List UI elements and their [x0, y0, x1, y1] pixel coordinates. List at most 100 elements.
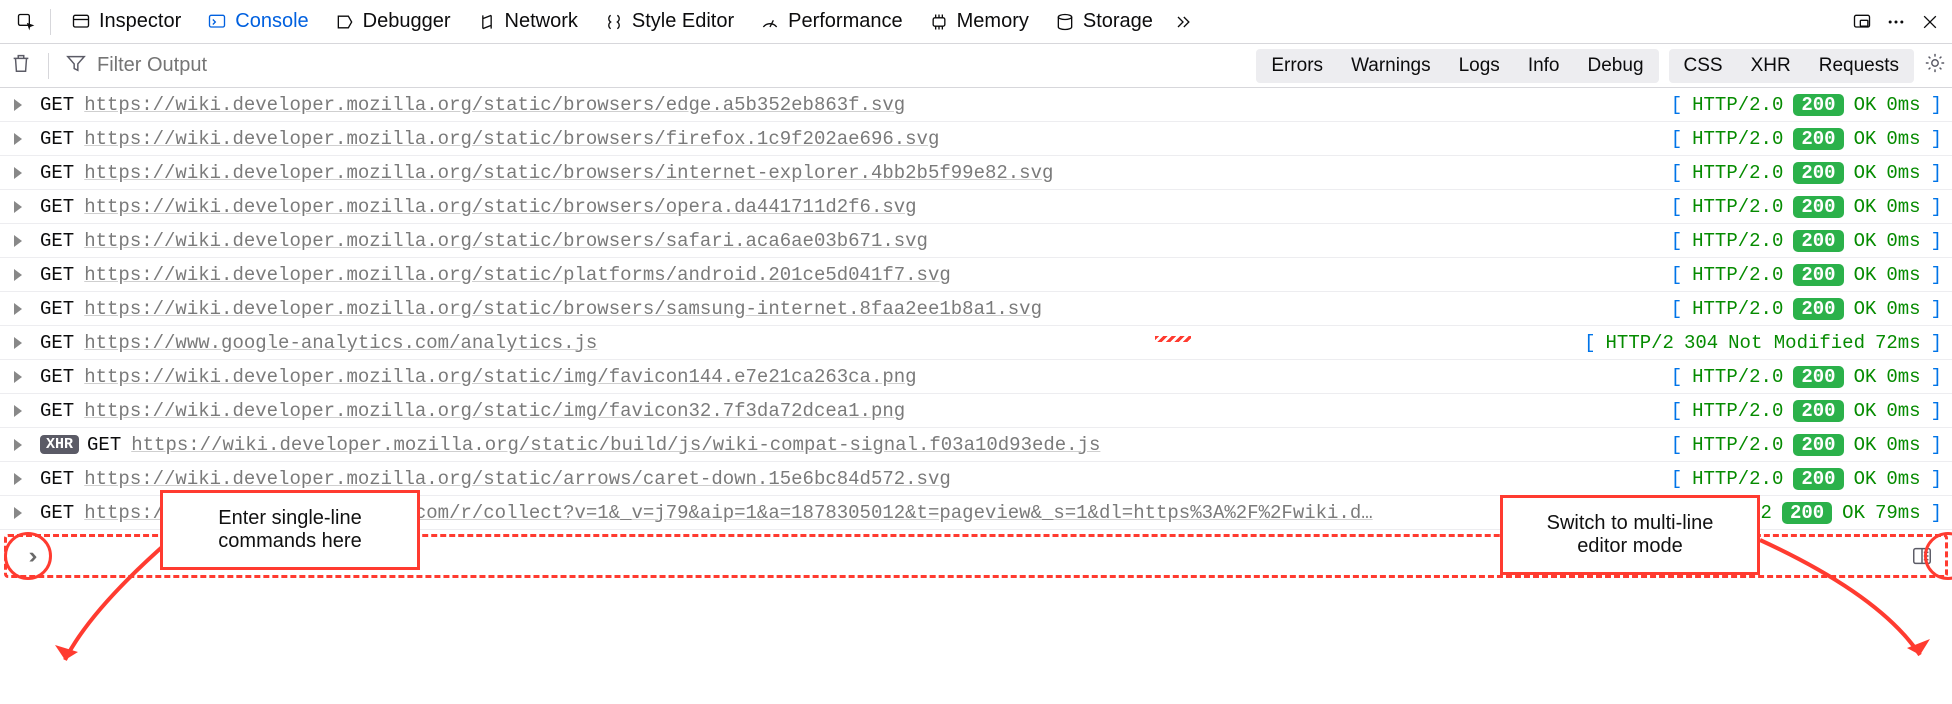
tab-label: Storage	[1083, 10, 1153, 33]
filter-input-wrap	[65, 52, 415, 79]
log-row[interactable]: XHR GET https://wiki.developer.mozilla.org…	[0, 428, 1952, 462]
request-url[interactable]: https://wiki.developer.mozilla.org/stati…	[84, 94, 1659, 116]
http-method: GET	[40, 128, 74, 150]
expand-twisty-icon[interactable]	[14, 405, 22, 417]
console-settings-button[interactable]	[1924, 52, 1946, 79]
log-row[interactable]: GET https://wiki.developer.mozilla.org/st…	[0, 88, 1952, 122]
multiline-editor-toggle[interactable]	[1906, 540, 1938, 572]
http-method: GET	[40, 366, 74, 388]
request-url[interactable]: https://wiki.developer.mozilla.org/stati…	[84, 128, 1659, 150]
request-url[interactable]: https://wiki.developer.mozilla.org/stati…	[84, 264, 1659, 286]
filter-xhr[interactable]: XHR	[1739, 52, 1803, 80]
request-url[interactable]: https://wiki.developer.mozilla.org/stati…	[84, 230, 1659, 252]
tab-label: Console	[235, 10, 308, 33]
expand-twisty-icon[interactable]	[14, 235, 22, 247]
expand-twisty-icon[interactable]	[14, 269, 22, 281]
expand-twisty-icon[interactable]	[14, 133, 22, 145]
request-url[interactable]: https://wiki.developer.mozilla.org/stati…	[131, 434, 1658, 456]
expand-twisty-icon[interactable]	[14, 371, 22, 383]
request-url[interactable]: https://www.google-analytics.com/analyti…	[84, 332, 1572, 354]
response-summary: [HTTP/2.0200OK0ms]	[1671, 298, 1942, 320]
tab-label: Memory	[957, 10, 1029, 33]
tab-console[interactable]: Console	[195, 4, 320, 39]
response-summary: [HTTP/2.0200OK0ms]	[1671, 162, 1942, 184]
expand-twisty-icon[interactable]	[14, 201, 22, 213]
tab-label: Inspector	[99, 10, 181, 33]
tab-label: Style Editor	[632, 10, 734, 33]
tab-memory[interactable]: Memory	[917, 4, 1041, 39]
filter-info[interactable]: Info	[1516, 52, 1572, 80]
overflow-tabs-button[interactable]	[1167, 6, 1199, 38]
log-row[interactable]: GET https://wiki.developer.mozilla.org/st…	[0, 156, 1952, 190]
http-method: GET	[40, 196, 74, 218]
iframe-target-button[interactable]	[1846, 6, 1878, 38]
response-summary: [HTTP/2.0200OK0ms]	[1671, 196, 1942, 218]
http-method: GET	[40, 468, 74, 490]
log-row[interactable]: GET https://wiki.developer.mozilla.org/st…	[0, 258, 1952, 292]
expand-twisty-icon[interactable]	[14, 99, 22, 111]
expand-twisty-icon[interactable]	[14, 167, 22, 179]
log-row[interactable]: GEThttps://www.google-analytics.com/anal…	[0, 326, 1952, 360]
filter-requests[interactable]: Requests	[1807, 52, 1911, 80]
clear-console-button[interactable]	[10, 52, 32, 79]
http-method: GET	[40, 400, 74, 422]
expand-twisty-icon[interactable]	[14, 303, 22, 315]
request-url[interactable]: https://wiki.developer.mozilla.org/stati…	[84, 162, 1659, 184]
console-filter-bar: Errors Warnings Logs Info Debug CSS XHR …	[0, 44, 1952, 88]
expand-twisty-icon[interactable]	[14, 473, 22, 485]
xhr-badge: XHR	[40, 435, 79, 454]
log-row[interactable]: GET https://wiki.developer.mozilla.org/st…	[0, 360, 1952, 394]
response-summary: [HTTP/2.0200OK0ms]	[1671, 128, 1942, 150]
request-url[interactable]: https://wiki.developer.mozilla.org/stati…	[84, 400, 1659, 422]
expand-twisty-icon[interactable]	[14, 507, 22, 519]
filter-errors[interactable]: Errors	[1259, 52, 1335, 80]
annotation-squiggle	[1155, 336, 1191, 342]
response-summary: [HTTP/2304Not Modified72ms]	[1584, 332, 1942, 354]
request-url[interactable]: https://wiki.developer.mozilla.org/stati…	[84, 298, 1659, 320]
request-url[interactable]: https://wiki.developer.mozilla.org/stati…	[84, 366, 1659, 388]
funnel-icon	[65, 52, 87, 79]
divider	[48, 53, 49, 79]
tab-style-editor[interactable]: Style Editor	[592, 4, 746, 39]
tab-performance[interactable]: Performance	[748, 4, 915, 39]
response-summary: [HTTP/2.0200OK0ms]	[1671, 400, 1942, 422]
devtools-toolbar: Inspector Console Debugger Network Style…	[0, 0, 1952, 44]
request-url[interactable]: https://wiki.developer.mozilla.org/stati…	[84, 468, 1659, 490]
tab-label: Debugger	[363, 10, 451, 33]
filter-warnings[interactable]: Warnings	[1339, 52, 1443, 80]
tab-storage[interactable]: Storage	[1043, 4, 1165, 39]
http-method: GET	[87, 434, 121, 456]
log-row[interactable]: GET https://wiki.developer.mozilla.org/st…	[0, 122, 1952, 156]
response-summary: [HTTP/2.0200OK0ms]	[1671, 264, 1942, 286]
log-extra-filters: CSS XHR Requests	[1669, 49, 1914, 83]
pick-element-button[interactable]	[10, 6, 42, 38]
filter-css[interactable]: CSS	[1672, 52, 1735, 80]
annotation-callout-right: Switch to multi-line editor mode	[1500, 495, 1760, 575]
tab-debugger[interactable]: Debugger	[323, 4, 463, 39]
filter-debug[interactable]: Debug	[1576, 52, 1656, 80]
filter-logs[interactable]: Logs	[1447, 52, 1512, 80]
http-method: GET	[40, 264, 74, 286]
log-row[interactable]: GET https://wiki.developer.mozilla.org/st…	[0, 394, 1952, 428]
prompt-chevrons-icon[interactable]: ››	[14, 540, 46, 572]
request-url[interactable]: https://wiki.developer.mozilla.org/stati…	[84, 196, 1659, 218]
close-devtools-button[interactable]	[1914, 6, 1946, 38]
response-summary: [HTTP/2.0200OK0ms]	[1671, 230, 1942, 252]
kebab-menu-button[interactable]	[1880, 6, 1912, 38]
http-method: GET	[40, 162, 74, 184]
expand-twisty-icon[interactable]	[14, 337, 22, 349]
http-method: GET	[40, 230, 74, 252]
log-row[interactable]: GET https://wiki.developer.mozilla.org/st…	[0, 190, 1952, 224]
tab-network[interactable]: Network	[465, 4, 590, 39]
response-summary: [HTTP/2.0200OK0ms]	[1671, 94, 1942, 116]
filter-output-input[interactable]	[95, 53, 415, 78]
expand-twisty-icon[interactable]	[14, 439, 22, 451]
http-method: GET	[40, 94, 74, 116]
annotation-callout-left: Enter single-line commands here	[160, 490, 420, 570]
response-summary: [HTTP/2.0200OK0ms]	[1671, 468, 1942, 490]
console-log-list: GET https://wiki.developer.mozilla.org/st…	[0, 88, 1952, 530]
log-row[interactable]: GET https://wiki.developer.mozilla.org/st…	[0, 224, 1952, 258]
tab-inspector[interactable]: Inspector	[59, 4, 193, 39]
log-category-filters: Errors Warnings Logs Info Debug	[1256, 49, 1658, 83]
log-row[interactable]: GEThttps://wiki.developer.mozilla.org/st…	[0, 292, 1952, 326]
